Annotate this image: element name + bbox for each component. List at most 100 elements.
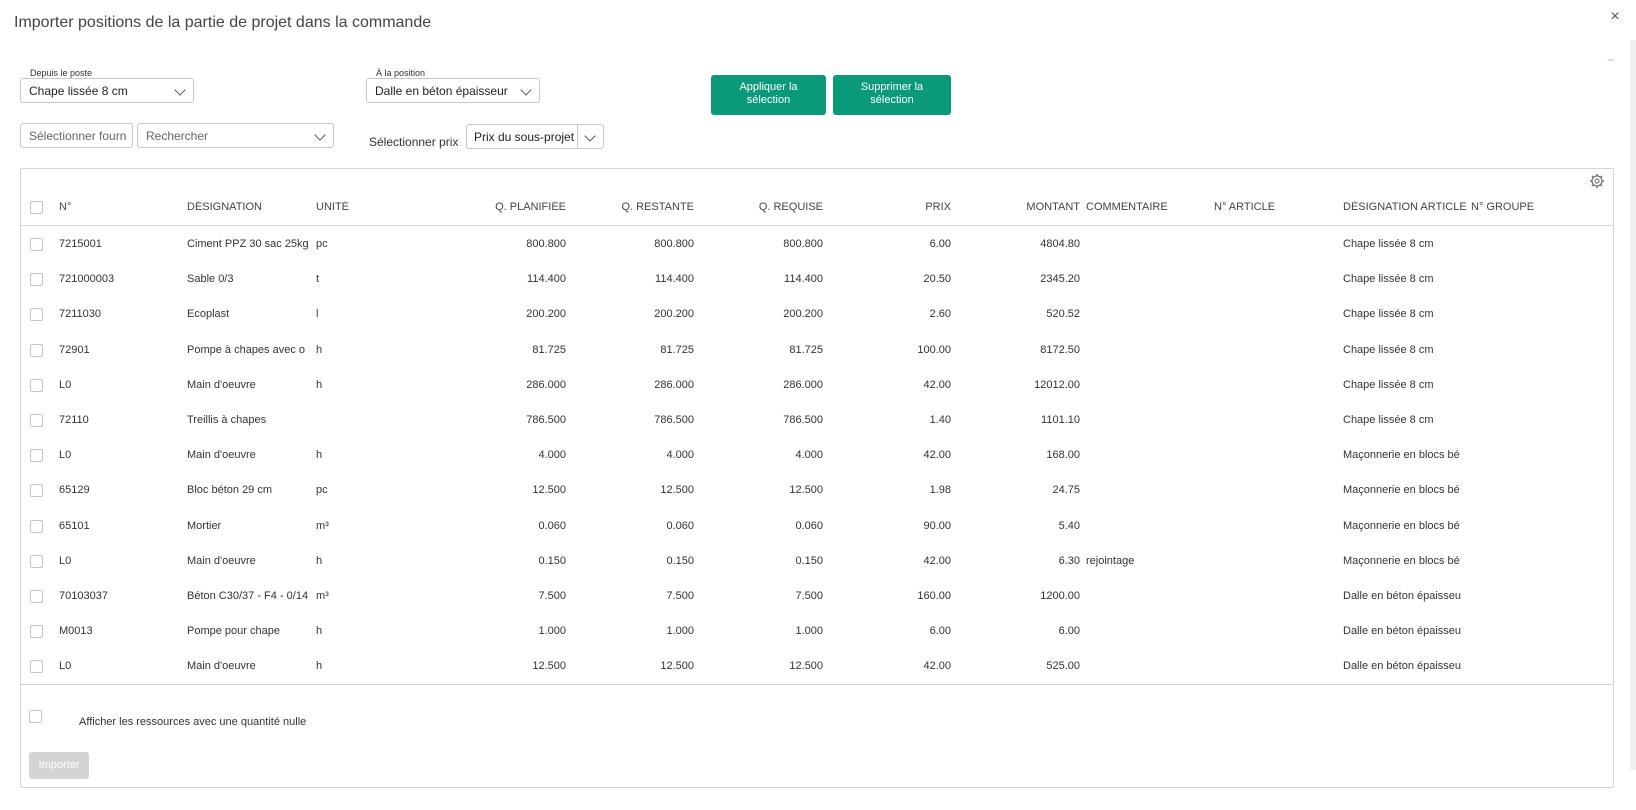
apply-selection-line2: sélection (746, 94, 791, 106)
chevron-down-icon (520, 84, 532, 96)
row-checkbox[interactable] (30, 660, 43, 674)
cell-article-designation: Maçonnerie en blocs bé (1343, 554, 1460, 567)
cell-q-required: 200.200 (783, 308, 823, 321)
cell-amount: 6.30 (1058, 554, 1080, 567)
table-row[interactable]: 721000003 Sable 0/3 t 114.400 114.400 114.400… (21, 262, 1613, 297)
col-header-article-no[interactable]: N° ARTICLE (1214, 201, 1275, 213)
row-checkbox[interactable] (30, 378, 43, 392)
gear-icon[interactable] (1589, 173, 1605, 189)
from-post-select[interactable]: Chape lissée 8 cm (20, 78, 194, 103)
col-header-article-designation[interactable]: DÉSIGNATION ARTICLE (1343, 201, 1467, 213)
cell-no: L0 (59, 449, 72, 462)
cell-q-remaining: 81.725 (660, 343, 694, 356)
cell-price: 2.60 (929, 308, 951, 321)
cell-q-planned: 800.800 (526, 238, 566, 250)
cell-amount: 8172.50 (1040, 343, 1080, 356)
table-row[interactable]: L0 Main d'oeuvre h 12.500 12.500 12.500 42.00 5… (21, 649, 1613, 684)
cell-q-remaining: 4.000 (666, 449, 694, 462)
grid-header: N° DÉSIGNATION UNITÉ Q. PLANIFIÉE Q. RES… (21, 189, 1613, 226)
table-row[interactable]: 7215001 Ciment PPZ 30 sac 25kg pc 800.800 80… (21, 227, 1613, 262)
cell-amount: 24.75 (1052, 484, 1080, 497)
col-header-no[interactable]: N° (59, 201, 71, 213)
table-row[interactable]: 70103037 Béton C30/37 - F4 - 0/14 m³ 7.500 7… (21, 579, 1613, 614)
col-header-group-no[interactable]: N° GROUPE (1471, 201, 1534, 213)
search-select[interactable]: Rechercher (137, 123, 334, 148)
cell-q-planned: 81.725 (532, 343, 566, 356)
cell-q-remaining: 0.150 (666, 554, 694, 567)
cell-price: 42.00 (923, 449, 951, 462)
cell-article-designation: Maçonnerie en blocs bé (1343, 519, 1460, 532)
table-row[interactable]: L0 Main d'oeuvre h 4.000 4.000 4.000 42.00 168.… (21, 438, 1613, 473)
col-header-designation[interactable]: DÉSIGNATION (187, 201, 262, 213)
cell-q-planned: 0.060 (538, 519, 566, 532)
row-checkbox[interactable] (30, 308, 43, 322)
table-row[interactable]: 65101 Mortier m³ 0.060 0.060 0.060 90.00 5.40 Ma… (21, 509, 1613, 544)
table-row[interactable]: L0 Main d'oeuvre h 286.000 286.000 286.000 42.… (21, 368, 1613, 403)
minimize-icon[interactable]: – (1607, 52, 1614, 66)
cell-q-required: 786.500 (783, 414, 823, 426)
row-checkbox[interactable] (30, 484, 43, 498)
table-row[interactable]: L0 Main d'oeuvre h 0.150 0.150 0.150 42.00 6.30… (21, 544, 1613, 579)
zero-qty-checkbox[interactable] (29, 710, 42, 723)
cell-q-remaining: 1.000 (666, 625, 694, 638)
cell-q-remaining: 800.800 (654, 238, 694, 250)
row-checkbox[interactable] (30, 519, 43, 533)
cell-no: L0 (59, 660, 72, 673)
dialog-scrollbar[interactable] (1630, 40, 1636, 770)
table-row[interactable]: 72901 Pompe à chapes avec o h 81.725 81.725 8… (21, 333, 1613, 368)
col-header-price[interactable]: PRIX (826, 201, 951, 213)
price-select[interactable]: Prix du sous-projet (466, 124, 604, 149)
col-header-amount[interactable]: MONTANT (955, 201, 1080, 213)
cell-q-planned: 12.500 (532, 484, 566, 497)
col-header-q-required[interactable]: Q. REQUISE (698, 201, 823, 213)
delete-selection-button[interactable]: Supprimer la sélection (833, 75, 951, 115)
cell-price: 1.98 (929, 484, 951, 497)
col-header-comment[interactable]: COMMENTAIRE (1086, 201, 1168, 213)
row-checkbox[interactable] (30, 590, 43, 603)
cell-price: 6.00 (929, 238, 951, 250)
row-checkbox[interactable] (30, 625, 43, 639)
cell-no: 7211030 (59, 308, 102, 321)
row-checkbox[interactable] (30, 414, 43, 427)
cell-price: 1.40 (929, 414, 951, 426)
supplier-select[interactable]: Sélectionner fourn (20, 123, 133, 148)
row-checkbox[interactable] (30, 554, 43, 568)
cell-q-planned: 4.000 (538, 449, 566, 462)
positions-grid: N° DÉSIGNATION UNITÉ Q. PLANIFIÉE Q. RES… (20, 168, 1614, 788)
to-position-select[interactable]: Dalle en béton épaisseur (366, 78, 540, 103)
close-icon[interactable]: × (1606, 8, 1624, 26)
col-header-q-planned[interactable]: Q. PLANIFIÉE (441, 201, 566, 213)
cell-no: 70103037 (59, 590, 108, 602)
cell-price: 90.00 (923, 519, 951, 532)
apply-selection-line1: Appliquer la (739, 81, 798, 93)
cell-amount: 4804.80 (1040, 238, 1080, 250)
cell-price: 42.00 (923, 554, 951, 567)
cell-unit: h (316, 343, 323, 356)
cell-no: 7215001 (59, 238, 102, 250)
row-checkbox[interactable] (30, 449, 43, 463)
row-checkbox[interactable] (30, 273, 43, 287)
cell-no: M0013 (59, 625, 93, 638)
col-header-unit[interactable]: UNITÉ (316, 201, 349, 213)
cell-q-required: 12.500 (789, 484, 823, 497)
apply-selection-button[interactable]: Appliquer la sélection (711, 75, 826, 115)
row-checkbox[interactable] (30, 343, 43, 357)
cell-article-designation: Maçonnerie en blocs bé (1343, 449, 1460, 462)
col-header-q-remaining[interactable]: Q. RESTANTE (569, 201, 694, 213)
delete-selection-line1: Supprimer la (860, 81, 924, 93)
row-checkbox[interactable] (30, 238, 43, 251)
table-row[interactable]: 72110 Treillis à chapes 786.500 786.500 786.… (21, 403, 1613, 438)
cell-q-required: 81.725 (789, 343, 823, 356)
table-row[interactable]: M0013 Pompe pour chape h 1.000 1.000 1.000 6.0… (21, 614, 1613, 649)
cell-designation: Mortier (187, 519, 222, 532)
table-row[interactable]: 65129 Bloc béton 29 cm pc 12.500 12.500 12.50… (21, 473, 1613, 508)
from-post-label: Depuis le poste (28, 68, 95, 78)
select-all-checkbox[interactable] (30, 201, 43, 214)
table-row[interactable]: 7211030 Ecoplast l 200.200 200.200 200.200 2.6… (21, 297, 1613, 332)
chevron-down-icon (314, 129, 326, 141)
cell-article-designation: Dalle en béton épaisseu (1343, 590, 1462, 602)
import-button[interactable]: Importer (29, 752, 89, 779)
cell-q-planned: 1.000 (538, 625, 566, 638)
cell-q-required: 114.400 (784, 273, 823, 286)
cell-q-remaining: 7.500 (666, 590, 694, 602)
